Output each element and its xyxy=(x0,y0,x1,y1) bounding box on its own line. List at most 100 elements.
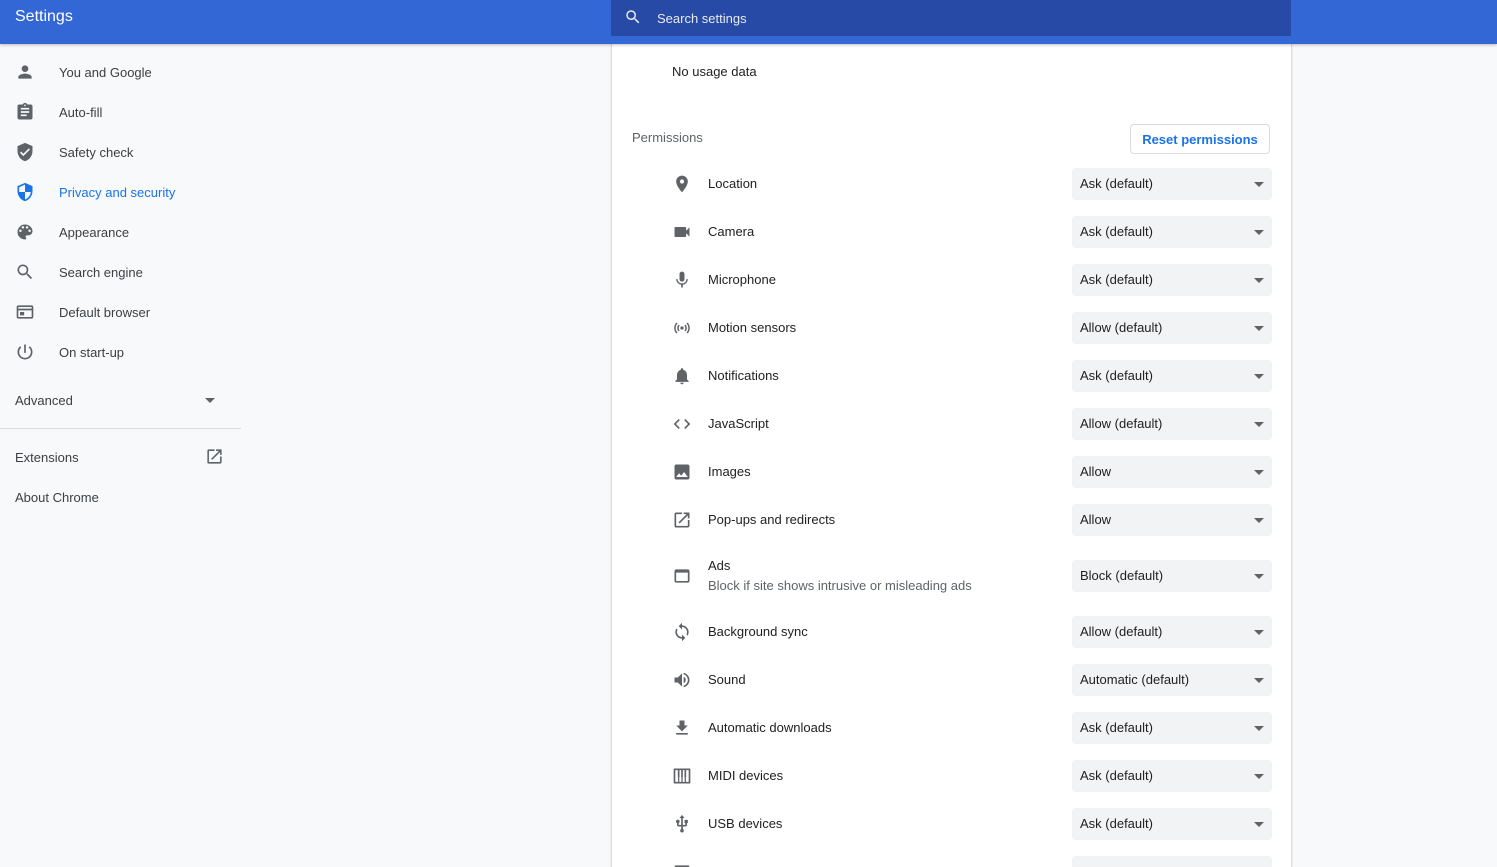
permission-label: Pop-ups and redirects xyxy=(708,512,836,527)
sidebar-item-default-browser[interactable]: Default browser xyxy=(0,292,241,332)
select-value: Automatic (default) xyxy=(1080,672,1190,687)
midi-devices-permission-select[interactable]: Ask (default) xyxy=(1072,760,1272,792)
sidebar-item-extensions[interactable]: Extensions xyxy=(0,437,241,477)
window-icon xyxy=(672,862,692,867)
search-box[interactable] xyxy=(611,0,1291,36)
dropdown-arrow-icon xyxy=(1254,326,1264,331)
sidebar-item-privacy-and-security[interactable]: Privacy and security xyxy=(0,172,241,212)
ads-permission-select[interactable]: Block (default) xyxy=(1072,560,1272,592)
sidebar-item-autofill[interactable]: Auto-fill xyxy=(0,92,241,132)
permissions-heading: Permissions xyxy=(632,130,703,145)
sidebar-item-label: On start-up xyxy=(59,344,125,360)
open-in-new-icon xyxy=(205,447,224,466)
sidebar-advanced-toggle[interactable]: Advanced xyxy=(0,380,241,420)
usb-icon xyxy=(672,814,692,834)
sidebar-item-label: Default browser xyxy=(59,304,151,320)
permission-row-camera: Camera Ask (default) xyxy=(612,208,1291,256)
images-permission-select[interactable]: Allow xyxy=(1072,456,1272,488)
select-value: Ask (default) xyxy=(1080,272,1153,287)
sidebar-item-label: Privacy and security xyxy=(59,184,176,200)
dropdown-arrow-icon xyxy=(1254,230,1264,235)
permission-sublabel: Block if site shows intrusive or mislead… xyxy=(708,578,972,593)
sidebar-divider xyxy=(0,428,241,429)
javascript-permission-select[interactable]: Allow (default) xyxy=(1072,408,1272,440)
permission-row-background-sync: Background sync Allow (default) xyxy=(612,608,1291,656)
sidebar-item-you-and-google[interactable]: You and Google xyxy=(0,52,241,92)
sidebar-item-label: Appearance xyxy=(59,224,130,240)
select-value: Ask (default) xyxy=(1080,224,1153,239)
permission-row-automatic-downloads: Automatic downloads Ask (default) xyxy=(612,704,1291,752)
sidebar-item-appearance[interactable]: Appearance xyxy=(0,212,241,252)
shield-check-icon xyxy=(15,142,35,162)
permission-label: Ads xyxy=(708,558,731,573)
permission-label: JavaScript xyxy=(708,416,769,431)
notifications-permission-select[interactable]: Ask (default) xyxy=(1072,360,1272,392)
browser-icon xyxy=(15,302,35,322)
camera-permission-select[interactable]: Ask (default) xyxy=(1072,216,1272,248)
piano-icon xyxy=(672,766,692,786)
ads-window-icon xyxy=(672,566,692,586)
search-icon xyxy=(624,8,642,26)
sidebar-item-on-startup[interactable]: On start-up xyxy=(0,332,241,372)
open-in-new-icon xyxy=(672,510,692,530)
location-pin-icon xyxy=(672,174,692,194)
permission-row-sound: Sound Automatic (default) xyxy=(612,656,1291,704)
permission-label: Microphone xyxy=(708,272,776,287)
microphone-permission-select[interactable]: Ask (default) xyxy=(1072,264,1272,296)
select-value: Ask (default) xyxy=(1080,176,1153,191)
dropdown-arrow-icon xyxy=(1254,182,1264,187)
usb-devices-permission-select[interactable]: Ask (default) xyxy=(1072,808,1272,840)
chevron-down-icon xyxy=(205,395,215,405)
permission-label: Camera xyxy=(708,224,755,239)
select-value: Allow (default) xyxy=(1080,320,1163,335)
permission-label: Motion sensors xyxy=(708,320,797,335)
search-input[interactable] xyxy=(655,0,1259,36)
extensions-label: Extensions xyxy=(15,449,79,465)
select-value: Allow (default) xyxy=(1080,624,1163,639)
sidebar-item-label: Search engine xyxy=(59,264,143,280)
usage-text: No usage data xyxy=(672,64,757,79)
partial-permission-select[interactable] xyxy=(1072,856,1272,867)
search-icon xyxy=(15,262,35,282)
dropdown-arrow-icon xyxy=(1254,822,1264,827)
permission-row-usb-devices: USB devices Ask (default) xyxy=(612,800,1291,848)
automatic-downloads-permission-select[interactable]: Ask (default) xyxy=(1072,712,1272,744)
dropdown-arrow-icon xyxy=(1254,574,1264,579)
reset-permissions-button[interactable]: Reset permissions xyxy=(1130,124,1270,154)
dropdown-arrow-icon xyxy=(1254,470,1264,475)
power-icon xyxy=(15,342,35,362)
sidebar-item-search-engine[interactable]: Search engine xyxy=(0,252,241,292)
about-chrome-label: About Chrome xyxy=(15,489,99,505)
dropdown-arrow-icon xyxy=(1254,422,1264,427)
download-icon xyxy=(672,718,692,738)
permission-row-images: Images Allow xyxy=(612,448,1291,496)
dropdown-arrow-icon xyxy=(1254,630,1264,635)
dropdown-arrow-icon xyxy=(1254,726,1264,731)
microphone-icon xyxy=(672,270,692,290)
select-value: Block (default) xyxy=(1080,568,1164,583)
background-sync-permission-select[interactable]: Allow (default) xyxy=(1072,616,1272,648)
select-value: Ask (default) xyxy=(1080,768,1153,783)
sidebar-item-safety-check[interactable]: Safety check xyxy=(0,132,241,172)
permission-label: MIDI devices xyxy=(708,768,784,783)
sidebar-item-about-chrome[interactable]: About Chrome xyxy=(0,477,241,517)
camera-icon xyxy=(672,222,692,242)
permission-row-popups: Pop-ups and redirects Allow xyxy=(612,496,1291,544)
permission-label: Images xyxy=(708,464,751,479)
sidebar-item-label: Safety check xyxy=(59,144,134,160)
location-permission-select[interactable]: Ask (default) xyxy=(1072,168,1272,200)
sync-icon xyxy=(672,622,692,642)
shield-icon xyxy=(15,182,35,202)
person-icon xyxy=(15,62,35,82)
permission-row-javascript: JavaScript Allow (default) xyxy=(612,400,1291,448)
permission-row-partial xyxy=(612,848,1291,867)
sidebar: You and Google Auto-fill Safety check Pr… xyxy=(0,44,241,867)
motion-sensors-permission-select[interactable]: Allow (default) xyxy=(1072,312,1272,344)
select-value: Allow xyxy=(1080,464,1112,479)
sound-permission-select[interactable]: Automatic (default) xyxy=(1072,664,1272,696)
bell-icon xyxy=(672,366,692,386)
popups-permission-select[interactable]: Allow xyxy=(1072,504,1272,536)
dropdown-arrow-icon xyxy=(1254,518,1264,523)
permission-row-midi-devices: MIDI devices Ask (default) xyxy=(612,752,1291,800)
select-value: Allow xyxy=(1080,512,1112,527)
